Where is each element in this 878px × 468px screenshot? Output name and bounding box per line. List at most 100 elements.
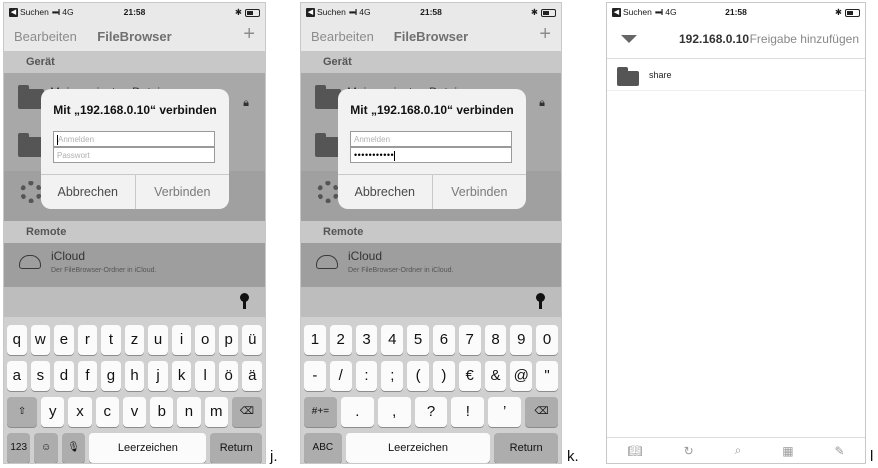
space-key[interactable]: Leerzeichen [345,433,491,463]
key[interactable]: p [218,325,239,355]
book-icon[interactable]: 📖︎ [627,444,642,458]
key[interactable]: k [171,361,192,391]
key[interactable]: f [77,361,98,391]
key[interactable]: c [95,397,119,427]
cancel-button[interactable]: Abbrechen [41,175,135,209]
key[interactable]: l [195,361,215,391]
username-field[interactable]: Anmelden [53,131,215,147]
key[interactable]: & [484,361,507,391]
key[interactable]: 9 [510,325,533,355]
back-app-label[interactable]: Suchen [623,7,652,17]
key[interactable]: n [177,397,201,427]
key[interactable]: t [101,325,121,355]
key[interactable]: ü [242,325,263,355]
more-symbols-key[interactable]: #+= [304,397,337,427]
key[interactable]: 3 [355,325,378,355]
key[interactable]: w [30,325,51,355]
numbers-key[interactable]: 123 [7,433,31,463]
key[interactable]: r [77,325,98,355]
key[interactable]: e [54,325,74,355]
key[interactable]: 5 [407,325,429,355]
key[interactable]: 6 [433,325,455,355]
key[interactable]: / [329,361,352,391]
key[interactable]: d [54,361,74,391]
key[interactable]: i [171,325,192,355]
dropdown-triangle-icon[interactable] [621,35,637,43]
delete-key-icon[interactable]: ⌫ [231,397,263,427]
key[interactable]: : [355,361,378,391]
add-share-button[interactable]: Freigabe hinzufügen [750,32,859,46]
emoji-key-icon[interactable]: ☺ [34,433,58,463]
list-item-share[interactable]: share [607,61,865,91]
key[interactable]: ; [381,361,404,391]
key-icon[interactable] [240,293,249,309]
password-field[interactable]: ••••••••••• [350,147,512,163]
key[interactable]: v [122,397,147,427]
key[interactable]: a [7,361,27,391]
grid-list-icon[interactable]: ▦ [782,444,793,458]
connect-button[interactable]: Verbinden [431,175,527,209]
delete-key-icon[interactable]: ⌫ [525,397,559,427]
key[interactable]: € [458,361,481,391]
key[interactable]: z [124,325,145,355]
cancel-button[interactable]: Abbrechen [338,175,432,209]
space-key[interactable]: Leerzeichen [89,433,207,463]
pin-icon[interactable]: ✎ [834,444,844,458]
key-icon[interactable] [536,293,545,309]
back-arrow-icon[interactable]: ◀ [612,7,621,17]
lock-icon: 🔒︎ [243,97,249,109]
add-button[interactable]: + [539,23,551,46]
back-arrow-icon[interactable]: ◀ [306,7,315,17]
icloud-title: iCloud [348,249,383,263]
key[interactable]: @ [510,361,533,391]
key[interactable]: o [195,325,215,355]
back-app-label[interactable]: Suchen [20,7,49,17]
key[interactable]: " [536,361,558,391]
key[interactable]: 7 [458,325,481,355]
key[interactable]: ö [218,361,239,391]
key[interactable]: , [377,397,411,427]
key[interactable]: u [148,325,168,355]
list-row-icloud[interactable]: iCloud Der FileBrowser-Ordner in iCloud. [301,243,561,287]
list-row-icloud[interactable]: iCloud Der FileBrowser-Ordner in iCloud. [4,243,265,287]
key[interactable]: 2 [329,325,352,355]
shift-key-icon[interactable]: ⇧ [6,397,38,427]
key[interactable]: 1 [304,325,326,355]
key[interactable]: h [124,361,145,391]
key[interactable]: y [41,397,65,427]
key[interactable]: ) [433,361,455,391]
edit-button[interactable]: Bearbeiten [14,29,77,44]
key[interactable]: ? [414,397,448,427]
key[interactable]: m [204,397,228,427]
key[interactable]: ! [451,397,485,427]
key[interactable]: . [340,397,374,427]
key[interactable]: x [68,397,92,427]
key[interactable]: 8 [484,325,507,355]
key[interactable]: - [304,361,326,391]
key[interactable]: g [101,361,121,391]
connect-button[interactable]: Verbinden [134,175,230,209]
password-field[interactable]: Passwort [53,147,215,163]
search-icon[interactable]: ⌕ [735,443,742,458]
key[interactable]: j [148,361,168,391]
add-button[interactable]: + [243,23,255,46]
key[interactable]: ä [242,361,263,391]
return-key[interactable]: Return [494,433,558,463]
key[interactable]: q [7,325,27,355]
username-field[interactable]: Anmelden [350,131,512,147]
edit-button[interactable]: Bearbeiten [311,29,374,44]
back-arrow-icon[interactable]: ◀ [9,7,18,17]
server-host: 192.168.0.10 [679,32,750,46]
signal-icon: ▪▪▪l [348,7,357,17]
key[interactable]: 4 [381,325,404,355]
return-key[interactable]: Return [210,433,263,463]
key[interactable]: ( [407,361,429,391]
back-app-label[interactable]: Suchen [317,7,346,17]
key[interactable]: s [30,361,51,391]
refresh-icon[interactable]: ↻ [684,444,694,458]
microphone-key-icon[interactable]: 🎙︎ [61,433,86,463]
letters-key[interactable]: ABC [304,433,342,463]
key[interactable]: b [150,397,174,427]
key[interactable]: ’ [488,397,522,427]
key[interactable]: 0 [536,325,558,355]
